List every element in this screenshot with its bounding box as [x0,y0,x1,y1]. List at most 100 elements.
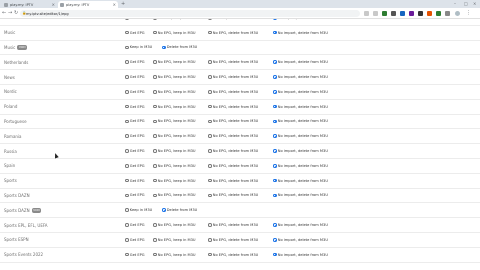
bookmark-star-icon[interactable] [373,11,378,16]
close-tab-icon[interactable]: × [52,2,55,7]
get-epg-radio[interactable]: Get EPG [125,164,145,168]
radio-button[interactable] [125,238,129,242]
radio-button[interactable] [153,30,157,35]
no-epg-delete-radio[interactable]: No EPG, delete from M3U [208,223,258,227]
no-epg-delete-radio[interactable]: No EPG, delete from M3U [208,75,258,79]
extension-icon[interactable] [436,11,441,16]
radio-button[interactable] [153,104,157,109]
radio-button[interactable] [153,60,157,65]
radio-button[interactable] [273,238,277,242]
no-epg-keep-radio[interactable]: No EPG, keep in M3U [153,19,196,20]
radio-button[interactable] [153,19,157,20]
radio-button[interactable] [273,60,277,65]
radio-button[interactable] [273,178,277,183]
no-epg-delete-radio[interactable]: No EPG, delete from M3U [208,90,258,94]
get-epg-radio[interactable]: Get EPG [125,238,145,242]
menu-dots-icon[interactable]: ⋮ [466,10,471,16]
radio-button[interactable] [208,164,212,168]
no-epg-keep-radio[interactable]: No EPG, keep in M3U [153,179,196,183]
radio-button[interactable] [125,104,129,109]
close-window-icon[interactable]: × [473,1,476,6]
no-epg-keep-radio[interactable]: No EPG, keep in M3U [153,119,196,123]
radio-button[interactable] [125,60,129,65]
extensions-puzzle-icon[interactable] [445,11,450,16]
radio-button[interactable] [273,119,277,124]
no-import-radio[interactable]: No import, delete from M3U [273,60,328,64]
get-epg-radio[interactable]: Get EPG [125,75,145,79]
extension-icon[interactable] [409,11,414,16]
delete-radio[interactable]: Delete from M3U [162,208,197,212]
radio-button[interactable] [153,134,157,139]
no-import-radio[interactable]: No import, delete from M3U [273,90,328,94]
get-epg-radio[interactable]: Get EPG [125,119,145,123]
minimize-icon[interactable]: – [454,1,456,6]
no-epg-delete-radio[interactable]: No EPG, delete from M3U [208,105,258,109]
radio-button[interactable] [208,149,212,153]
no-epg-delete-radio[interactable]: No EPG, delete from M3U [208,179,258,183]
no-epg-delete-radio[interactable]: No EPG, delete from M3U [208,19,258,20]
radio-button[interactable] [153,252,157,257]
browser-tab[interactable]: play.my: IPTV × [2,1,57,8]
radio-button[interactable] [273,30,277,35]
no-import-radio[interactable]: No import, delete from M3U [273,119,328,123]
radio-button[interactable] [273,104,277,109]
get-epg-radio[interactable]: Get EPG [125,60,145,64]
radio-button[interactable] [162,208,166,213]
radio-button[interactable] [153,90,157,94]
radio-button[interactable] [125,223,129,227]
get-epg-radio[interactable]: Get EPG [125,19,145,20]
get-epg-radio[interactable]: Get EPG [125,105,145,109]
no-epg-keep-radio[interactable]: No EPG, keep in M3U [153,134,196,138]
no-epg-keep-radio[interactable]: No EPG, keep in M3U [153,149,196,153]
radio-button[interactable] [125,178,129,183]
radio-button[interactable] [273,164,277,168]
get-epg-radio[interactable]: Get EPG [125,179,145,183]
no-import-radio[interactable]: No import, delete from M3U [273,238,328,242]
reload-icon[interactable]: ↻ [14,10,18,16]
no-epg-delete-radio[interactable]: No EPG, delete from M3U [208,31,258,35]
no-epg-delete-radio[interactable]: No EPG, delete from M3U [208,149,258,153]
no-import-radio[interactable]: No import, delete from M3U [273,253,328,257]
no-epg-delete-radio[interactable]: No EPG, delete from M3U [208,134,258,138]
no-import-radio[interactable]: No import, delete from M3U [273,75,328,79]
get-epg-radio[interactable]: Get EPG [125,223,145,227]
extension-icon[interactable] [427,11,432,16]
radio-button[interactable] [208,223,212,227]
radio-button[interactable] [273,19,277,20]
radio-button[interactable] [125,119,129,124]
no-epg-delete-radio[interactable]: No EPG, delete from M3U [208,60,258,64]
radio-button[interactable] [208,193,212,198]
no-epg-delete-radio[interactable]: No EPG, delete from M3U [208,238,258,242]
no-import-radio[interactable]: No import, delete from M3U [273,134,328,138]
radio-button[interactable] [273,75,277,79]
get-epg-radio[interactable]: Get EPG [125,31,145,35]
radio-button[interactable] [208,104,212,109]
get-epg-radio[interactable]: Get EPG [125,193,145,197]
maximize-icon[interactable]: □ [464,1,468,6]
radio-button[interactable] [208,60,212,65]
share-icon[interactable] [364,11,369,16]
radio-button[interactable] [125,19,129,20]
radio-button[interactable] [125,208,129,213]
radio-button[interactable] [125,30,129,35]
new-tab-button[interactable]: + [121,1,125,7]
radio-button[interactable] [125,149,129,153]
no-import-radio[interactable]: No import, delete from M3U [273,31,328,35]
keep-radio[interactable]: Keep in M3U [125,45,152,49]
radio-button[interactable] [273,90,277,94]
radio-button[interactable] [153,238,157,242]
radio-button[interactable] [208,30,212,35]
no-import-radio[interactable]: No import, delete from M3U [273,164,328,168]
radio-button[interactable] [208,75,212,79]
get-epg-radio[interactable]: Get EPG [125,134,145,138]
radio-button[interactable] [125,75,129,79]
radio-button[interactable] [125,252,129,257]
keep-radio[interactable]: Keep in M3U [125,208,152,212]
no-epg-keep-radio[interactable]: No EPG, keep in M3U [153,238,196,242]
radio-button[interactable] [208,119,212,124]
no-import-radio[interactable]: No import, delete from M3U [273,179,328,183]
radio-button[interactable] [162,45,166,50]
no-epg-keep-radio[interactable]: No EPG, keep in M3U [153,75,196,79]
radio-button[interactable] [273,252,277,257]
extension-icon[interactable] [418,11,423,16]
